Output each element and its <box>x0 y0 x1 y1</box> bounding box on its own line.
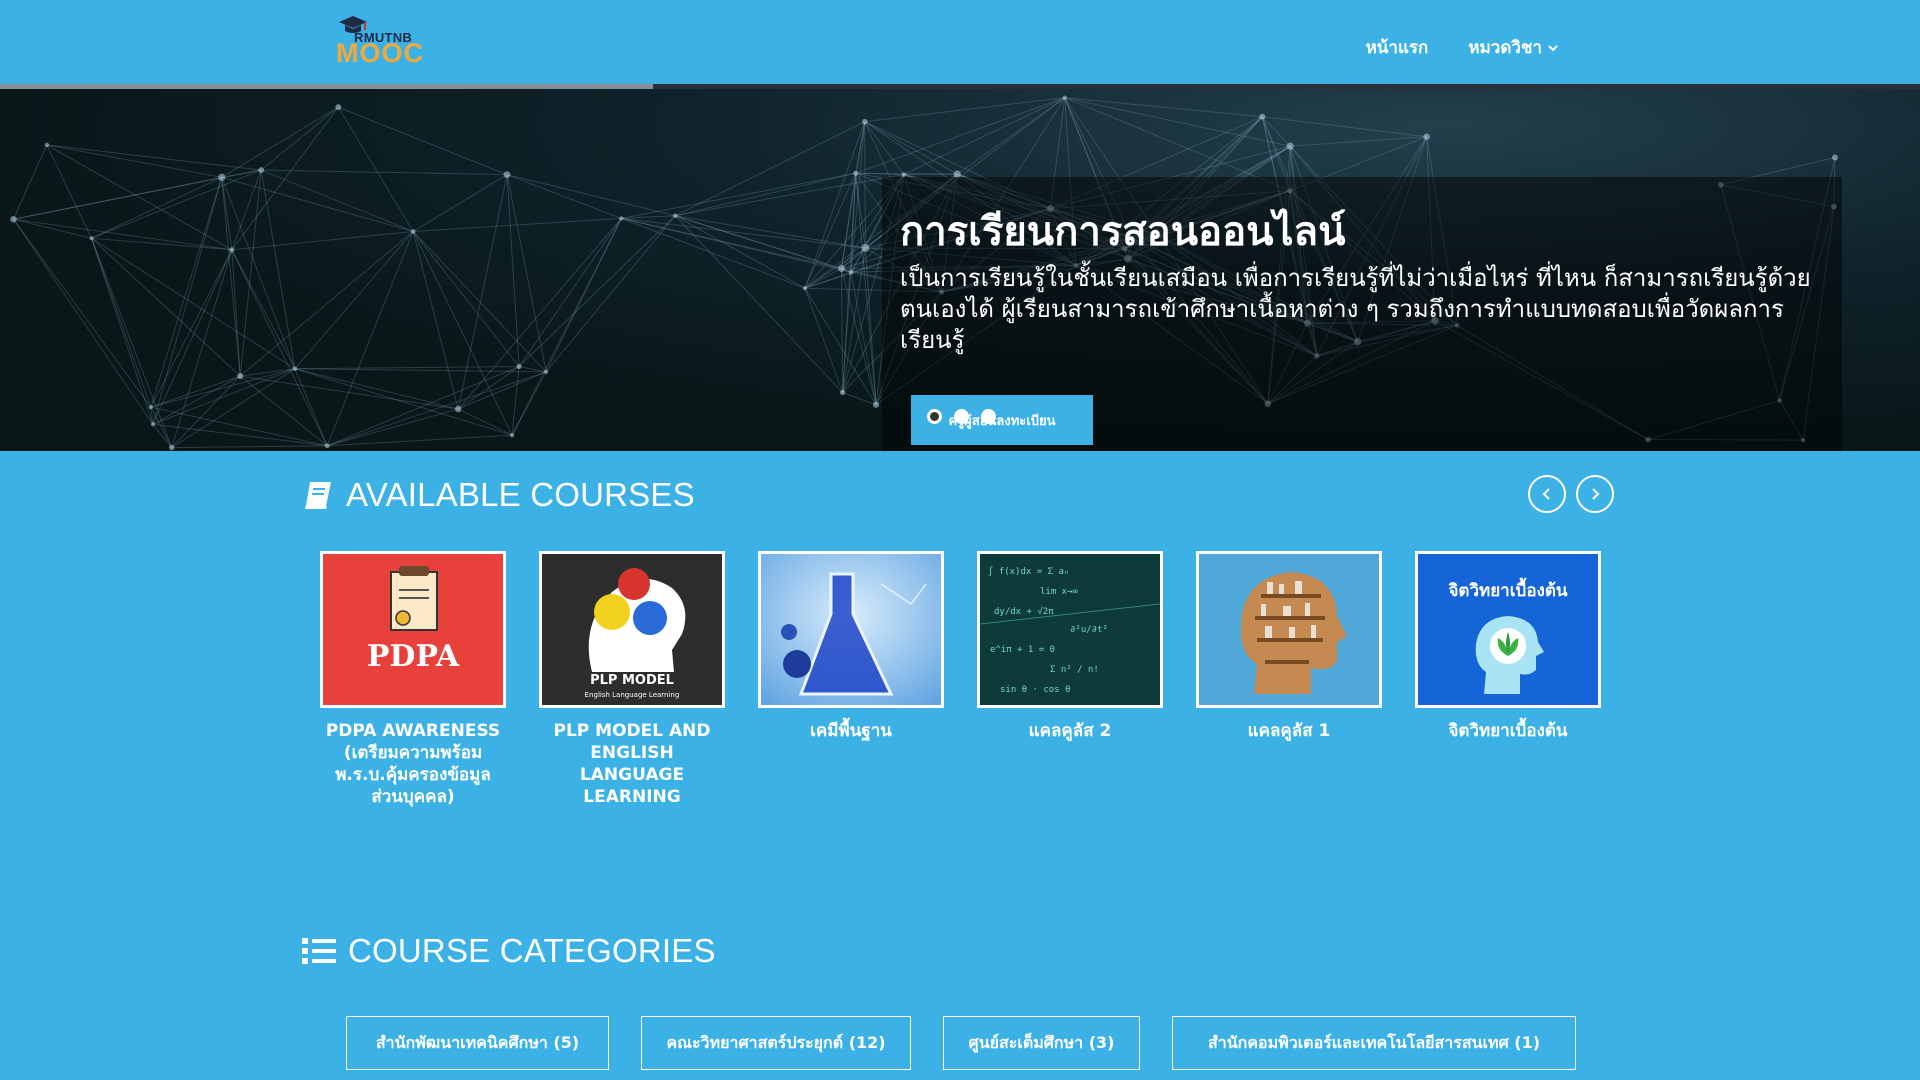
nav-home-link[interactable]: หน้าแรก <box>1366 34 1429 61</box>
hero-carousel: การเรียนการสอนออนไลน์ เป็นการเรียนรู้ในช… <box>0 89 1920 451</box>
course-thumbnail <box>1196 551 1382 708</box>
course-card[interactable]: เคมีพื้นฐาน <box>758 551 944 742</box>
course-title: เคมีพื้นฐาน <box>810 721 892 741</box>
chevron-down-icon <box>1548 44 1558 51</box>
psychology-thumb-text: จิตวิทยาเบื้องต้น <box>1448 577 1567 601</box>
available-courses-title: AVAILABLE COURSES <box>346 476 695 513</box>
course-thumbnail: PDPA <box>320 551 506 708</box>
carousel-dot[interactable] <box>981 409 996 424</box>
site-logo[interactable]: RMUTNB MOOC <box>332 12 424 68</box>
top-navbar: RMUTNB MOOC หน้าแรก หมวดวิชา <box>0 0 1920 84</box>
category-button[interactable]: ศูนย์สะเต็มศึกษา (3) <box>943 1016 1140 1070</box>
category-button[interactable]: สำนักคอมพิวเตอร์และเทคโนโลยีสารสนเทศ (1) <box>1172 1016 1576 1070</box>
category-button[interactable]: สำนักพัฒนาเทคนิคศึกษา (5) <box>346 1016 609 1070</box>
category-button[interactable]: คณะวิทยาศาสตร์ประยุกต์ (12) <box>641 1016 911 1070</box>
course-card[interactable]: PLP MODEL English Language Learning PLP … <box>539 551 725 808</box>
course-title: แคลคูลัส 2 <box>1028 721 1112 741</box>
course-title: PDPA AWARENESS (เตรียมความพร้อม พ.ร.บ.คุ… <box>325 721 501 807</box>
hero-title: การเรียนการสอนออนไลน์ <box>900 209 1346 255</box>
course-thumbnail: จิตวิทยาเบื้องต้น <box>1415 551 1601 708</box>
course-title: แคลคูลัส 1 <box>1247 721 1331 741</box>
svg-text:dy/dx + √2π: dy/dx + √2π <box>994 606 1054 617</box>
course-thumbnail <box>758 551 944 708</box>
brand-main-text: MOOC <box>336 38 424 68</box>
course-card[interactable]: แคลคูลัส 1 <box>1196 551 1382 742</box>
svg-text:Σ n² / n!: Σ n² / n! <box>1050 665 1099 675</box>
courses-prev-button[interactable] <box>1528 475 1566 513</box>
svg-text:∫ f(x)dx = Σ aₙ: ∫ f(x)dx = Σ aₙ <box>988 566 1069 577</box>
svg-text:e^iπ + 1 = 0: e^iπ + 1 = 0 <box>990 645 1055 655</box>
plp-thumb-sub: English Language Learning <box>585 691 680 699</box>
nav-categories-dropdown[interactable]: หมวดวิชา <box>1468 34 1558 61</box>
list-icon <box>302 938 336 964</box>
course-card[interactable]: ∫ f(x)dx = Σ aₙ lim x→∞ dy/dx + √2π ∂²u/… <box>977 551 1163 742</box>
plp-thumb-text: PLP MODEL <box>590 673 674 688</box>
book-icon <box>305 482 331 509</box>
available-courses-header: AVAILABLE COURSES <box>302 476 695 514</box>
chevron-right-icon <box>1592 488 1600 500</box>
chevron-left-icon <box>1542 488 1550 500</box>
svg-text:sin θ · cos θ: sin θ · cos θ <box>1000 685 1070 695</box>
course-categories-title: COURSE CATEGORIES <box>348 932 716 969</box>
nav-categories-label: หมวดวิชา <box>1468 38 1542 58</box>
svg-text:lim x→∞: lim x→∞ <box>1040 587 1079 597</box>
pdpa-thumb-text: PDPA <box>367 639 460 674</box>
course-thumbnail: ∫ f(x)dx = Σ aₙ lim x→∞ dy/dx + √2π ∂²u/… <box>977 551 1163 708</box>
carousel-indicators <box>927 409 996 424</box>
hero-caption: การเรียนการสอนออนไลน์ เป็นการเรียนรู้ในช… <box>882 177 1842 451</box>
course-title: PLP MODEL AND ENGLISH LANGUAGE LEARNING <box>553 721 711 807</box>
carousel-dot[interactable] <box>954 409 969 424</box>
course-title: จิตวิทยาเบื้องต้น <box>1448 721 1568 741</box>
course-card[interactable]: PDPA PDPA AWARENESS (เตรียมความพร้อม พ.ร… <box>320 551 506 808</box>
course-categories-header: COURSE CATEGORIES <box>302 932 716 970</box>
svg-text:∂²u/∂t²: ∂²u/∂t² <box>1070 625 1108 635</box>
courses-next-button[interactable] <box>1576 475 1614 513</box>
course-thumbnail: PLP MODEL English Language Learning <box>539 551 725 708</box>
hero-body: เป็นการเรียนรู้ในชั้นเรียนเสมือน เพื่อกา… <box>900 264 1811 354</box>
course-card[interactable]: จิตวิทยาเบื้องต้น จิตวิทยาเบื้องต้น <box>1415 551 1601 742</box>
carousel-dot[interactable] <box>927 409 942 424</box>
